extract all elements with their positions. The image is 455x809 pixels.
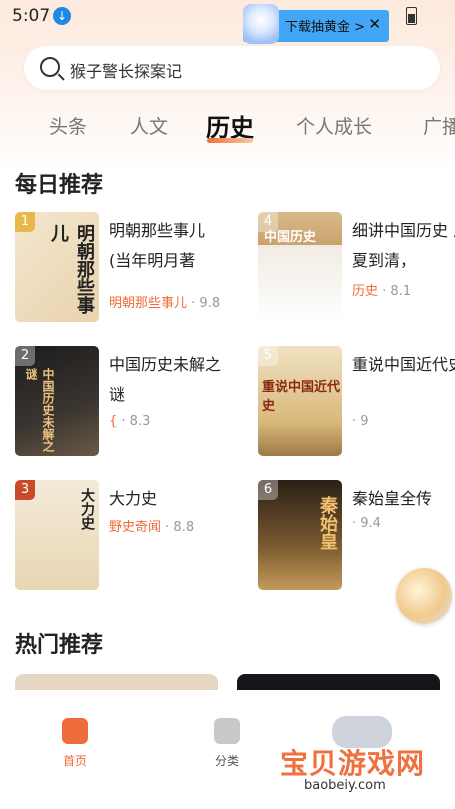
book-meta: · 9 [352,414,369,429]
book-title: 重说中国近代史 [352,355,455,374]
tab-humanities[interactable]: 人文 [130,112,168,139]
status-time: 5:07 [12,6,51,26]
book-category: 明朝那些事儿 [109,296,188,311]
ad-label: 下载抽黄金 > [285,20,366,35]
tab-personal-growth[interactable]: 个人成长 [296,112,372,139]
book-cover: 3 大力史 [15,480,99,590]
book-item[interactable]: 4 中国历史 细讲中国历史 从夏到清， 历史 · 8.1 [258,212,455,324]
book-meta: 历史 · 8.1 [352,280,411,299]
cover-title: 中国历史 [264,230,317,245]
floating-promo-icon[interactable] [396,568,452,624]
book-category: 历史 [352,284,379,299]
cover-title: 大力史 [79,488,95,530]
nav-home[interactable]: 首页 [45,718,105,769]
book-title: 秦始皇全传 [352,489,433,508]
hot-section-title: 热门推荐 [15,633,104,658]
book-cover: 5 重说中国近代史 [258,346,342,456]
book-item[interactable]: 2 中国历史未解之谜 中国历史未解之谜 { · 8.3 [15,346,230,458]
watermark: 宝贝游戏网 baobeiy.com [280,716,440,800]
cover-title: 重说中国近代史 [262,380,341,414]
rank-badge: 5 [258,346,278,366]
book-cover: 4 中国历史 [258,212,342,322]
book-cover: 6 秦始皇 [258,480,342,590]
book-item[interactable]: 5 重说中国近代史 重说中国近代史 · 9 [258,346,455,458]
active-tab-indicator [207,138,253,143]
rank-badge: 2 [15,346,35,366]
book-score: · 9 [352,414,369,429]
daily-section-title: 每日推荐 [15,173,104,198]
ad-mascot-icon [243,4,279,44]
nav-category-label: 分类 [214,754,239,768]
book-score: · 9.4 [352,516,381,531]
watermark-text: 宝贝游戏网 [280,747,426,780]
battery-icon [406,7,417,25]
book-meta: 野史奇闻 · 8.8 [109,516,194,535]
book-title: 大力史 [109,489,158,508]
nav-home-label: 首页 [62,754,87,768]
search-placeholder: 猴子警长探案记 [70,62,183,81]
rank-badge: 1 [15,212,35,232]
book-item[interactable]: 1 明朝那些事儿 明朝那些事儿(当年明月著 明朝那些事儿 · 9.8 [15,212,230,324]
tab-headlines[interactable]: 头条 [49,112,87,139]
book-cover: 2 中国历史未解之谜 [15,346,99,456]
book-item[interactable]: 3 大力史 大力史 野史奇闻 · 8.8 [15,480,230,592]
book-category: { [109,414,118,429]
book-cover: 1 明朝那些事儿 [15,212,99,322]
search-bar[interactable]: 猴子警长探案记 [24,46,440,90]
book-meta: { · 8.3 [109,414,150,429]
ad-banner[interactable]: 下载抽黄金 > ✕ [243,4,389,44]
rank-badge: 6 [258,480,278,500]
book-title: 细讲中国历史 从夏到清， [352,221,455,270]
book-meta: 明朝那些事儿 · 9.8 [109,292,220,311]
home-icon [62,718,88,744]
rank-badge: 3 [15,480,35,500]
book-title: 中国历史未解之谜 [109,355,222,404]
book-score: · 8.8 [165,520,195,535]
book-score: · 8.1 [382,284,412,299]
nav-category[interactable]: 分类 [197,718,257,769]
watermark-url: baobeiy.com [304,778,386,793]
book-title: 明朝那些事儿(当年明月著 [109,221,206,270]
cover-title: 秦始皇 [317,496,338,550]
grid-icon [214,718,240,744]
book-score: · 8.3 [121,414,151,429]
ad-close-button[interactable]: ✕ [368,15,381,33]
book-meta: · 9.4 [352,516,381,531]
book-score: · 9.8 [191,296,221,311]
download-notification-icon: ↓ [53,7,71,25]
search-icon [40,57,60,77]
cover-title: 明朝那些事儿 [48,224,95,314]
book-category: 野史奇闻 [109,520,162,535]
cover-title: 中国历史未解之谜 [24,368,55,452]
tab-broadcast[interactable]: 广播 [423,112,455,139]
